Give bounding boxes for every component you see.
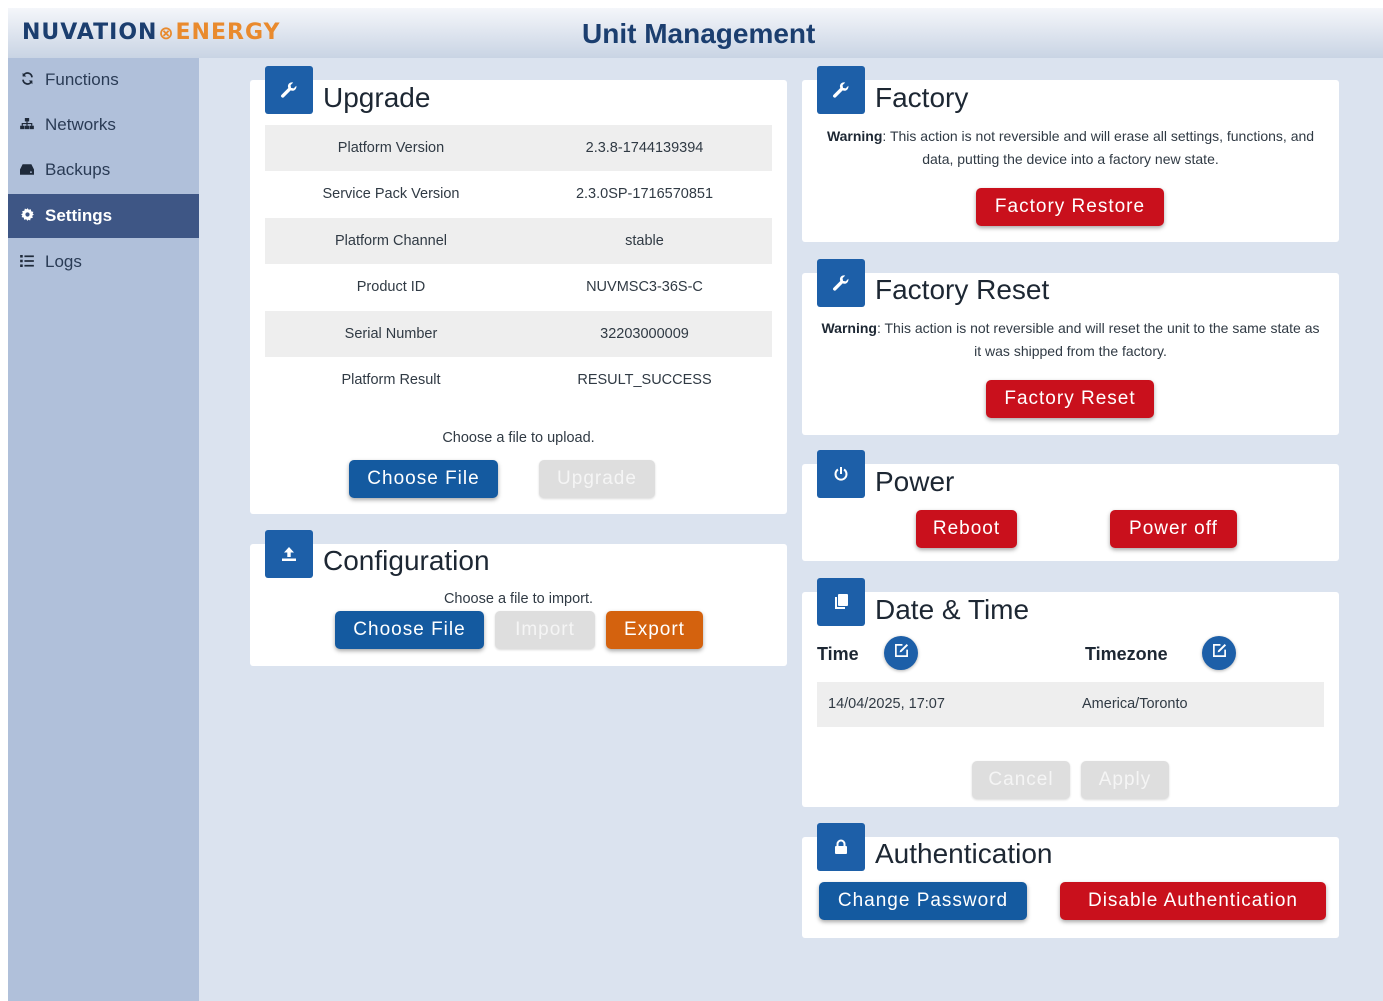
factory-restore-button[interactable]: Factory Restore [976, 188, 1164, 226]
table-row: Platform Channel stable [265, 218, 772, 264]
edit-timezone-button[interactable] [1202, 636, 1236, 670]
upload-icon [265, 530, 313, 578]
timezone-label: Timezone [1085, 644, 1168, 664]
timezone-value: America/Toronto [1082, 696, 1188, 712]
time-label: Time [817, 644, 859, 664]
warning-label: Warning [821, 320, 877, 336]
sidebar-item-logs[interactable]: Logs [8, 240, 199, 284]
sidebar-item-functions[interactable]: Functions [8, 58, 199, 102]
row-value: 32203000009 [600, 326, 689, 342]
row-value: NUVMSC3-36S-C [586, 279, 703, 295]
row-label: Product ID [356, 279, 426, 295]
table-row: Product ID NUVMSC3-36S-C [265, 264, 772, 310]
upgrade-card: Upgrade Platform Version 2.3.8-174413939… [250, 66, 787, 514]
factory-title: Factory [875, 82, 969, 113]
table-row: Platform Result RESULT_SUCCESS [265, 357, 772, 403]
logo-mark-icon: ⊗ [158, 23, 175, 44]
drive-icon [20, 163, 34, 178]
sidebar-item-label: Backups [45, 160, 111, 179]
table-row: Platform Version 2.3.8-1744139394 [265, 125, 772, 171]
row-label: Platform Channel [334, 233, 448, 249]
header-bar: NUVATION⊗ENERGY Unit Management [8, 8, 1383, 58]
table-row: Service Pack Version 2.3.0SP-1716570851 [265, 171, 772, 217]
power-title: Power [875, 466, 955, 497]
upload-prompt: Choose a file to upload. [442, 430, 595, 446]
import-button[interactable]: Import [495, 611, 595, 649]
table-row: Serial Number 32203000009 [265, 311, 772, 357]
list-icon [20, 254, 34, 270]
sidebar-item-label: Settings [45, 206, 113, 225]
edit-time-button[interactable] [884, 636, 918, 670]
logo-text-left: NUVATION [22, 20, 158, 45]
factory-reset-title: Factory Reset [875, 274, 1050, 305]
configuration-card: Configuration Choose a file to import. C… [250, 530, 787, 666]
sidebar-item-backups[interactable]: Backups [8, 148, 199, 192]
row-label: Serial Number [344, 326, 438, 342]
cancel-button[interactable]: Cancel [972, 761, 1070, 799]
time-value: 14/04/2025, 17:07 [828, 696, 945, 712]
choose-file-button[interactable]: Choose File [335, 611, 484, 649]
factory-reset-card: Factory Reset Warning: This action is no… [802, 259, 1339, 435]
sidebar-item-settings[interactable]: Settings [8, 194, 199, 238]
warning-label: Warning [826, 128, 883, 144]
factory-reset-warning: Warning: This action is not reversible a… [818, 317, 1323, 363]
sync-icon [20, 72, 34, 88]
copy-icon [817, 578, 865, 626]
page-title: Unit Management [582, 18, 816, 49]
apply-button[interactable]: Apply [1081, 761, 1169, 799]
date-time-card: Date & Time Time Timezone 14/04/2025, 17… [802, 578, 1339, 807]
reboot-button[interactable]: Reboot [916, 510, 1017, 548]
factory-reset-button[interactable]: Factory Reset [986, 380, 1154, 418]
power-card: Power Reboot Power off [802, 450, 1339, 561]
upgrade-title: Upgrade [323, 82, 431, 113]
wrench-icon [265, 66, 313, 114]
factory-warning: Warning: This action is not reversible a… [814, 125, 1327, 171]
warning-text: : This action is not reversible and will… [876, 320, 1320, 359]
disable-authentication-button[interactable]: Disable Authentication [1060, 882, 1326, 920]
row-value: 2.3.8-1744139394 [585, 140, 704, 156]
sidebar-item-label: Networks [45, 115, 116, 134]
power-icon [817, 450, 865, 498]
authentication-card: Authentication Change Password Disable A… [802, 823, 1339, 938]
row-value: stable [625, 233, 664, 249]
gear-icon [20, 208, 34, 224]
power-off-button[interactable]: Power off [1110, 510, 1237, 548]
export-button[interactable]: Export [606, 611, 703, 649]
sidebar-item-networks[interactable]: Networks [8, 103, 199, 147]
choose-file-button[interactable]: Choose File [349, 460, 498, 498]
row-value: RESULT_SUCCESS [577, 372, 712, 388]
app-window: NUVATION⊗ENERGY Unit Management Function… [8, 8, 1383, 1001]
wrench-icon [817, 66, 865, 114]
row-value: 2.3.0SP-1716570851 [575, 186, 714, 202]
logo-text-right: ENERGY [175, 20, 281, 45]
date-time-title: Date & Time [875, 594, 1030, 625]
edit-icon [1212, 643, 1227, 663]
upgrade-button[interactable]: Upgrade [539, 460, 655, 498]
sidebar: Functions Networks Backups Settings Logs [8, 58, 199, 1001]
authentication-title: Authentication [875, 838, 1053, 869]
network-icon [20, 117, 34, 133]
configuration-title: Configuration [323, 545, 490, 576]
sidebar-item-label: Logs [45, 252, 82, 271]
wrench-icon [817, 259, 865, 307]
row-label: Platform Version [337, 140, 445, 156]
date-time-values-row: 14/04/2025, 17:07 America/Toronto [817, 682, 1324, 727]
import-prompt: Choose a file to import. [443, 591, 594, 607]
lock-icon [817, 823, 865, 871]
row-label: Service Pack Version [322, 186, 460, 202]
factory-card: Factory Warning: This action is not reve… [802, 66, 1339, 242]
warning-text: : This action is not reversible and will… [882, 128, 1315, 167]
row-label: Platform Result [341, 372, 441, 388]
sidebar-item-label: Functions [45, 70, 119, 89]
change-password-button[interactable]: Change Password [819, 882, 1027, 920]
edit-icon [894, 643, 909, 663]
brand-logo: NUVATION⊗ENERGY [22, 20, 280, 45]
